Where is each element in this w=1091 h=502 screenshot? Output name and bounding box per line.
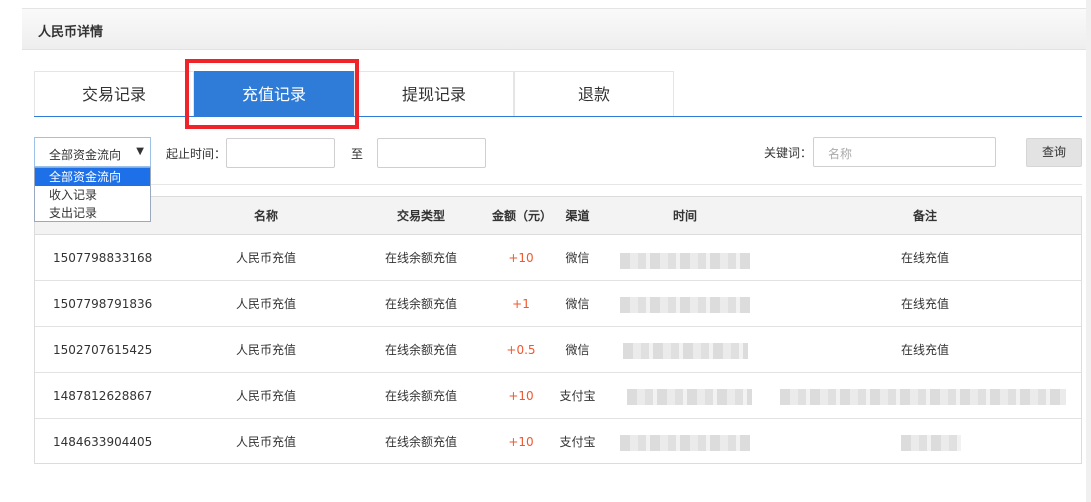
record-amount: +10 bbox=[508, 251, 534, 265]
page-title: 人民币详情 bbox=[38, 25, 104, 40]
order-id: 1487812628867 bbox=[53, 389, 153, 403]
highlight-annotation-box bbox=[185, 59, 359, 129]
column-header-name: 名称 bbox=[253, 209, 278, 223]
record-note bbox=[890, 419, 960, 465]
record-note: 在线充值 bbox=[900, 343, 949, 357]
table-row: 1487812628867 人民币充值 在线余额充值 +10 支付宝 bbox=[35, 373, 1081, 419]
record-type: 在线余额充值 bbox=[384, 435, 457, 449]
caret-down-icon: ▼ bbox=[136, 146, 144, 157]
record-type: 在线余额充值 bbox=[384, 389, 457, 403]
tab-withdraw[interactable]: 提现记录 bbox=[354, 71, 514, 117]
record-note bbox=[890, 373, 960, 419]
record-type: 在线余额充值 bbox=[384, 251, 457, 265]
column-header-note: 备注 bbox=[912, 209, 937, 223]
table-row: 1502707615425 人民币充值 在线余额充值 +0.5 微信 在线充值 bbox=[35, 327, 1081, 373]
keyword-placeholder: 名称 bbox=[828, 147, 853, 161]
record-amount: +0.5 bbox=[506, 343, 536, 357]
record-amount: +1 bbox=[512, 297, 530, 311]
record-name: 人民币充值 bbox=[235, 251, 296, 265]
record-name: 人民币充值 bbox=[235, 297, 296, 311]
flow-select[interactable]: 全部资金流向 ▼ bbox=[34, 137, 151, 167]
blurred-time bbox=[620, 435, 750, 451]
start-date-input[interactable] bbox=[226, 138, 335, 168]
keyword-input[interactable]: 名称 bbox=[813, 137, 996, 167]
flow-dropdown: 全部资金流向 收入记录 支出记录 bbox=[34, 167, 151, 222]
order-id: 1507798833168 bbox=[53, 251, 153, 265]
end-date-input[interactable] bbox=[377, 138, 486, 168]
keyword-label: 关键词： bbox=[764, 146, 813, 160]
blurred-time bbox=[623, 343, 748, 359]
flow-option-all[interactable]: 全部资金流向 bbox=[35, 168, 150, 186]
date-range-label: 起止时间： bbox=[166, 147, 227, 161]
flow-option-expense[interactable]: 支出记录 bbox=[35, 204, 150, 222]
record-amount: +10 bbox=[508, 389, 534, 403]
blurred-time bbox=[620, 253, 750, 269]
record-channel: 支付宝 bbox=[559, 435, 596, 449]
record-amount: +10 bbox=[508, 435, 534, 449]
table-row: 1507798791836 人民币充值 在线余额充值 +1 微信 在线充值 bbox=[35, 281, 1081, 327]
column-header-channel: 渠道 bbox=[565, 209, 590, 223]
blurred-time bbox=[627, 389, 752, 405]
record-channel: 微信 bbox=[565, 343, 590, 357]
query-button[interactable]: 查询 bbox=[1026, 138, 1082, 167]
record-name: 人民币充值 bbox=[235, 435, 296, 449]
flow-select-value: 全部资金流向 bbox=[49, 148, 122, 162]
table-row: 1484633904405 人民币充值 在线余额充值 +10 支付宝 bbox=[35, 419, 1081, 465]
tab-refund[interactable]: 退款 bbox=[514, 71, 674, 117]
record-name: 人民币充值 bbox=[235, 389, 296, 403]
record-type: 在线余额充值 bbox=[384, 297, 457, 311]
order-id: 1484633904405 bbox=[53, 435, 153, 449]
column-header-time: 时间 bbox=[672, 209, 697, 223]
table-header: 名称 交易类型 金额（元） 渠道 时间 备注 bbox=[35, 197, 1081, 235]
table-row: 1507798833168 人民币充值 在线余额充值 +10 微信 在线充值 bbox=[35, 235, 1081, 281]
order-id: 1507798791836 bbox=[53, 297, 153, 311]
record-name: 人民币充值 bbox=[235, 343, 296, 357]
column-header-type: 交易类型 bbox=[396, 209, 445, 223]
flow-option-income[interactable]: 收入记录 bbox=[35, 186, 150, 204]
record-note: 在线充值 bbox=[900, 251, 949, 265]
record-note: 在线充值 bbox=[900, 297, 949, 311]
date-to-label: 至 bbox=[351, 147, 364, 161]
right-scroll-gutter bbox=[1086, 0, 1091, 502]
filter-divider bbox=[34, 184, 1082, 185]
record-type: 在线余额充值 bbox=[384, 343, 457, 357]
left-gutter bbox=[0, 0, 22, 502]
record-channel: 微信 bbox=[565, 297, 590, 311]
record-channel: 支付宝 bbox=[559, 389, 596, 403]
order-id: 1502707615425 bbox=[53, 343, 153, 357]
record-channel: 微信 bbox=[565, 251, 590, 265]
panel-header: 人民币详情 bbox=[22, 8, 1086, 50]
records-table: 名称 交易类型 金额（元） 渠道 时间 备注 1507798833168 人民币… bbox=[34, 196, 1082, 464]
tab-transactions[interactable]: 交易记录 bbox=[34, 71, 194, 117]
blurred-time bbox=[620, 297, 750, 313]
